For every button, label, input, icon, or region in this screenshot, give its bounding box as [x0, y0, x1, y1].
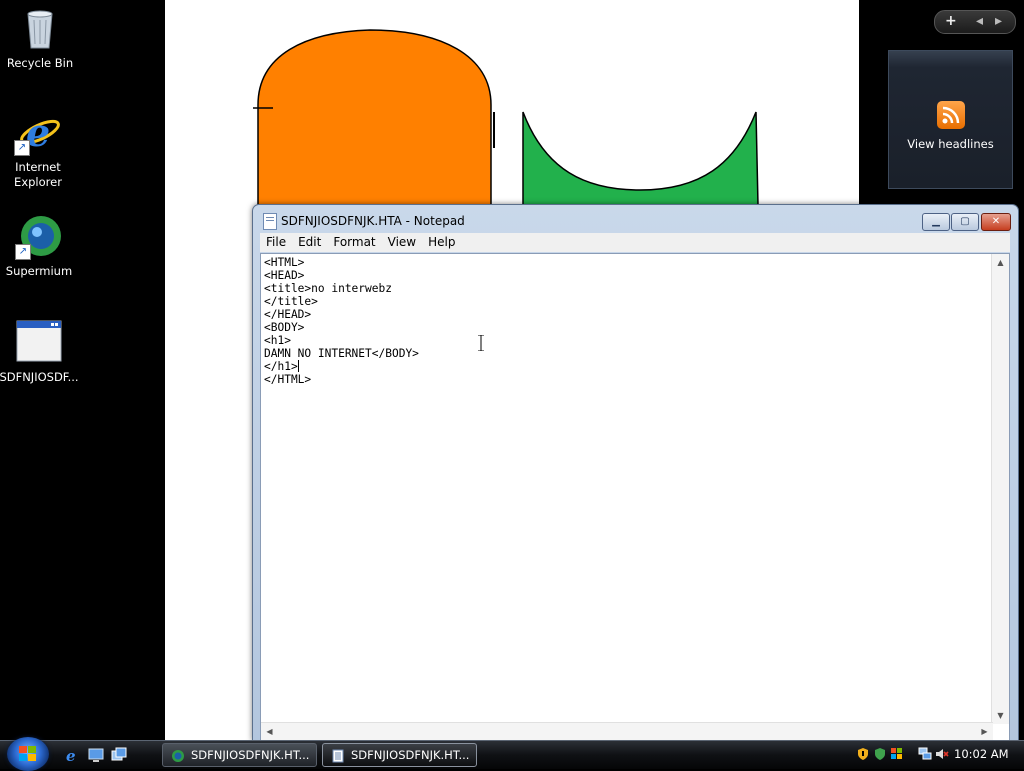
horizontal-scrollbar[interactable]: ◀ ▶ — [261, 722, 993, 740]
text-line: <HEAD> — [264, 269, 305, 282]
notepad-window[interactable]: SDFNJIOSDFNJK.HTA - Notepad ▁ ▢ ✕ File Ed… — [252, 204, 1019, 741]
text-line: </HEAD> — [264, 308, 312, 321]
menu-edit[interactable]: Edit — [292, 233, 327, 252]
recycle-bin-icon — [16, 4, 64, 52]
editor-text[interactable]: <HTML> <HEAD> <title>no interwebz </titl… — [264, 256, 419, 386]
desktop-icon-internet-explorer[interactable]: e ↗ Internet Explorer — [0, 108, 78, 190]
supermium-icon — [171, 748, 185, 762]
menu-bar: File Edit Format View Help — [260, 233, 1010, 252]
ibeam-cursor-icon — [478, 335, 484, 351]
text-line: </HTML> — [264, 373, 312, 386]
task-label: SDFNJIOSDFNJK.HT... — [191, 748, 310, 762]
quicklaunch-ie-icon[interactable]: e — [64, 747, 80, 765]
maximize-button[interactable]: ▢ — [951, 213, 979, 231]
text-line: </title> — [264, 295, 318, 308]
minimize-button[interactable]: ▁ — [922, 213, 950, 231]
green-shape — [522, 111, 759, 206]
sidebar-controls: + ◂ ▸ — [934, 10, 1016, 34]
sidebar-next-button[interactable]: ▸ — [995, 11, 1002, 33]
shortcut-arrow-icon: ↗ — [14, 140, 30, 156]
clock[interactable]: 10:02 AM — [954, 741, 1009, 768]
task-label: SDFNJIOSDFNJK.HT... — [351, 748, 470, 762]
quicklaunch-switch-windows-icon[interactable] — [111, 747, 127, 763]
internet-explorer-icon: e ↗ — [14, 108, 62, 156]
text-line: DAMN NO INTERNET</BODY> — [264, 347, 419, 360]
scroll-right-arrow-icon[interactable]: ▶ — [976, 723, 993, 740]
taskbar-button-supermium[interactable]: SDFNJIOSDFNJK.HT... — [162, 743, 317, 767]
taskbar-button-notepad[interactable]: SDFNJIOSDFNJK.HT... — [322, 743, 477, 767]
close-button[interactable]: ✕ — [981, 213, 1011, 231]
svg-text:e: e — [66, 747, 76, 763]
text-line: <title>no interwebz — [264, 282, 392, 295]
shortcut-arrow-icon: ↗ — [15, 244, 31, 260]
desktop-icon-recycle-bin[interactable]: Recycle Bin — [0, 4, 80, 71]
scroll-up-arrow-icon[interactable]: ▲ — [992, 254, 1009, 271]
start-button[interactable] — [7, 737, 49, 771]
taskbar: e SDFNJIOSDFNJK.HT... SDFNJIOSDFNJK.HT..… — [0, 737, 1024, 771]
text-caret — [297, 360, 299, 372]
desktop-icon-label: SDFNJIOSDF... — [0, 370, 79, 384]
supermium-icon: ↗ — [15, 212, 63, 260]
desktop-icon-hta-file[interactable]: SDFNJIOSDF... — [0, 318, 79, 385]
text-line: <HTML> — [264, 256, 305, 269]
rss-feed-icon — [937, 101, 965, 129]
view-headlines-label[interactable]: View headlines — [889, 137, 1012, 151]
notepad-icon — [331, 748, 345, 763]
windows-flag-icon[interactable] — [890, 747, 904, 761]
windows-logo-icon — [19, 746, 37, 762]
desktop-icon-label: Supermium — [5, 264, 73, 278]
volume-muted-icon[interactable] — [935, 747, 949, 761]
text-editor-area[interactable]: <HTML> <HEAD> <title>no interwebz </titl… — [260, 253, 1010, 741]
orange-shape — [257, 29, 492, 206]
security-shield-icon[interactable] — [856, 747, 870, 761]
text-line: <BODY> — [264, 321, 305, 334]
windows-update-icon[interactable] — [873, 747, 887, 761]
menu-format[interactable]: Format — [327, 233, 381, 252]
menu-help[interactable]: Help — [422, 233, 461, 252]
scroll-down-arrow-icon[interactable]: ▼ — [992, 707, 1009, 724]
desktop-icon-supermium[interactable]: ↗ Supermium — [0, 212, 79, 279]
notepad-icon — [263, 213, 277, 230]
text-line: <h1> — [264, 334, 291, 347]
desktop-icon-label: Internet Explorer — [14, 160, 62, 189]
scroll-left-arrow-icon[interactable]: ◀ — [261, 723, 278, 740]
window-title: SDFNJIOSDFNJK.HTA - Notepad — [281, 214, 465, 228]
application-window-icon — [15, 318, 63, 366]
text-line: </h1> — [264, 360, 298, 373]
vertical-scrollbar[interactable]: ▲ ▼ — [991, 254, 1009, 724]
add-gadget-button[interactable]: + — [945, 11, 957, 33]
network-icon[interactable] — [918, 747, 932, 761]
feed-headlines-gadget[interactable]: View headlines — [888, 50, 1013, 189]
system-tray: 10:02 AM — [854, 741, 1024, 769]
desktop-icon-label: Recycle Bin — [6, 56, 74, 70]
shapes-canvas — [253, 29, 759, 206]
sidebar-prev-button[interactable]: ◂ — [976, 11, 983, 33]
menu-view[interactable]: View — [382, 233, 422, 252]
quicklaunch-show-desktop-icon[interactable] — [88, 747, 104, 763]
menu-file[interactable]: File — [260, 233, 292, 252]
